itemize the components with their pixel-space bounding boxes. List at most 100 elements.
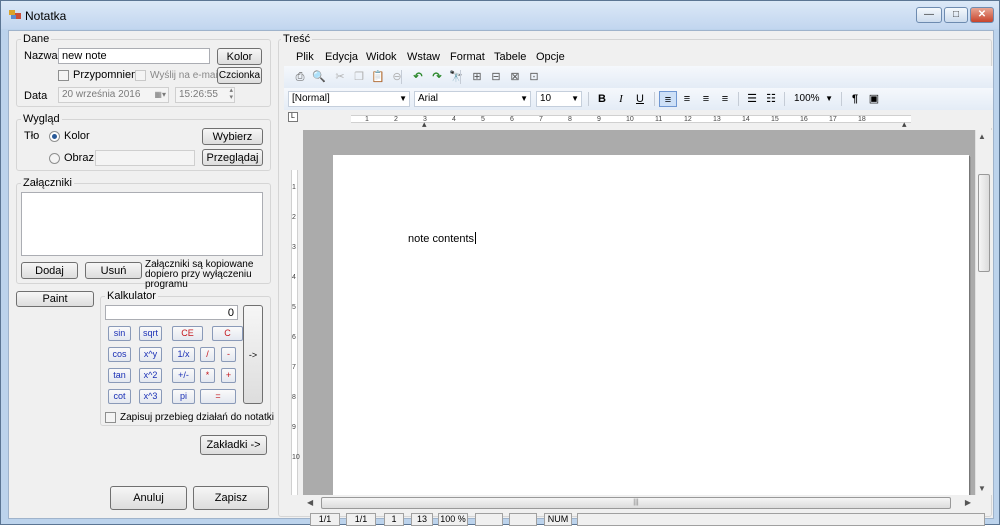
document-area[interactable]: note contents [303, 130, 975, 500]
minimize-button[interactable]: — [916, 7, 942, 23]
date-picker[interactable]: 20 września 2016 ▦▾ [58, 87, 169, 103]
calc-key-cos[interactable]: cos [108, 347, 131, 362]
underline-button[interactable]: U [631, 91, 649, 107]
zapisz-button[interactable]: Zapisz [193, 486, 269, 510]
calc-key-equals[interactable]: = [200, 389, 236, 404]
calculator-arrow-button[interactable]: -> [243, 305, 263, 404]
obraz-radio[interactable] [49, 153, 60, 164]
calc-key-C[interactable]: C [212, 326, 243, 341]
size-dropdown[interactable]: 10 ▼ [536, 91, 582, 107]
dodaj-button[interactable]: Dodaj [21, 262, 78, 279]
justify-icon[interactable]: ≡ [716, 91, 734, 107]
calc-key-CE[interactable]: CE [172, 326, 203, 341]
maximize-button[interactable]: □ [944, 7, 968, 23]
paste-icon[interactable]: 📋 [370, 69, 386, 85]
bold-button[interactable]: B [593, 91, 611, 107]
title-bar[interactable]: Notatka — □ ✕ [1, 1, 999, 29]
scroll-right-icon[interactable]: ▶ [965, 498, 971, 507]
style-dropdown[interactable]: [Normal] ▼ [288, 91, 410, 107]
przypomnienie-checkbox[interactable] [58, 70, 69, 81]
nazwa-input[interactable]: new note [58, 48, 210, 64]
pilcrow-icon[interactable]: ¶ [846, 91, 864, 107]
note-content[interactable]: note contents [408, 232, 477, 245]
calc-key-plus[interactable]: + [221, 368, 236, 383]
menu-wstaw[interactable]: Wstaw [407, 50, 440, 64]
calc-key-divide[interactable]: / [200, 347, 215, 362]
czcionka-button[interactable]: Czcionka [217, 67, 262, 84]
align-center-icon[interactable]: ≡ [678, 91, 696, 107]
table-edit-icon[interactable]: ⊠ [507, 69, 523, 85]
numbered-list-icon[interactable]: ☷ [762, 91, 780, 107]
menu-edycja[interactable]: Edycja [325, 50, 358, 64]
obraz-path-input[interactable] [95, 150, 195, 166]
calc-key-x2[interactable]: x^2 [139, 368, 162, 383]
calc-key-minus[interactable]: - [221, 347, 236, 362]
calc-key-multiply[interactable]: * [200, 368, 215, 383]
bullet-list-icon[interactable]: ☰ [743, 91, 761, 107]
calc-key-cot[interactable]: cot [108, 389, 131, 404]
font-dropdown[interactable]: Arial ▼ [414, 91, 531, 107]
menu-opcje[interactable]: Opcje [536, 50, 565, 64]
calendar-dropdown-icon[interactable]: ▦▾ [154, 88, 166, 102]
zapisuj-checkbox[interactable] [105, 412, 116, 423]
zakladki-button[interactable]: Zakładki -> [200, 435, 267, 455]
copy-icon[interactable]: ❐ [351, 69, 367, 85]
calculator-display[interactable]: 0 [105, 305, 238, 320]
anuluj-button[interactable]: Anuluj [110, 486, 187, 510]
indent-marker-icon[interactable]: ▴ [422, 120, 427, 129]
status-cell [475, 513, 503, 526]
zoom-dropdown[interactable]: 100% ▼ [790, 91, 836, 107]
scroll-down-icon[interactable]: ▼ [978, 484, 986, 493]
przegladaj-button[interactable]: Przeglądaj [202, 149, 263, 166]
menu-format[interactable]: Format [450, 50, 485, 64]
vertical-ruler[interactable]: 1 2 3 4 5 6 7 8 9 10 [284, 130, 303, 495]
menu-plik[interactable]: Plik [296, 50, 314, 64]
print-preview-icon[interactable]: 🔍 [311, 69, 327, 85]
undo-icon[interactable]: ↶ [410, 69, 426, 85]
align-right-icon[interactable]: ≡ [697, 91, 715, 107]
horizontal-scroll-thumb[interactable]: ||| [321, 497, 951, 509]
vertical-scroll-thumb[interactable] [978, 174, 990, 272]
calc-key-pi[interactable]: pi [172, 389, 195, 404]
calc-key-1x[interactable]: 1/x [172, 347, 195, 362]
print-icon[interactable]: ⎙ [292, 69, 308, 85]
vertical-scrollbar[interactable]: ▲ ▼ [975, 130, 992, 495]
right-indent-marker-icon[interactable]: ▴ [902, 120, 907, 129]
usun-button[interactable]: Usuń [85, 262, 142, 279]
find-icon[interactable]: 🔭 [448, 69, 464, 85]
wyslij-email-checkbox[interactable] [135, 70, 146, 81]
align-left-icon[interactable]: ≡ [659, 91, 677, 107]
spin-icon[interactable]: ▴ ▾ [229, 88, 233, 101]
insert-table-icon[interactable]: ⊞ [469, 69, 485, 85]
calc-key-negate[interactable]: +/- [172, 368, 195, 383]
status-cell: 100 % [438, 513, 468, 526]
calc-key-tan[interactable]: tan [108, 368, 131, 383]
calc-key-x3[interactable]: x^3 [139, 389, 162, 404]
document-page[interactable]: note contents [333, 155, 969, 500]
italic-button[interactable]: I [612, 91, 630, 107]
kolor-button[interactable]: Kolor [217, 48, 262, 65]
menu-widok[interactable]: Widok [366, 50, 397, 64]
calc-key-sqrt[interactable]: sqrt [139, 326, 162, 341]
redo-icon[interactable]: ↷ [429, 69, 445, 85]
close-button[interactable]: ✕ [970, 7, 994, 23]
editor-menu-bar: Plik Edycja Widok Wstaw Format Tabele Opcje [284, 50, 993, 66]
tab-stop-selector-icon[interactable]: L [288, 112, 298, 122]
delete-icon[interactable]: ⊖ [389, 69, 405, 85]
kolor-radio[interactable] [49, 131, 60, 142]
paint-button[interactable]: Paint [16, 291, 94, 307]
menu-tabele[interactable]: Tabele [494, 50, 526, 64]
horizontal-ruler[interactable]: 1 2 3 4 5 6 7 8 9 10 11 12 13 14 15 16 17 18 ▴ ▴ [303, 110, 993, 129]
attachments-list[interactable] [21, 192, 263, 256]
calc-key-xy[interactable]: x^y [139, 347, 162, 362]
table-delete-icon[interactable]: ⊟ [488, 69, 504, 85]
page-layout-icon[interactable]: ▣ [865, 91, 883, 107]
scroll-up-icon[interactable]: ▲ [978, 132, 986, 141]
scroll-left-icon[interactable]: ◀ [307, 498, 313, 507]
calc-key-sin[interactable]: sin [108, 326, 131, 341]
cut-icon[interactable]: ✂ [332, 69, 348, 85]
wybierz-button[interactable]: Wybierz [202, 128, 263, 145]
time-picker[interactable]: 15:26:55 ▴ ▾ [175, 87, 235, 103]
horizontal-scrollbar[interactable]: ◀ ||| ▶ [303, 495, 975, 511]
table-format-icon[interactable]: ⊡ [526, 69, 542, 85]
